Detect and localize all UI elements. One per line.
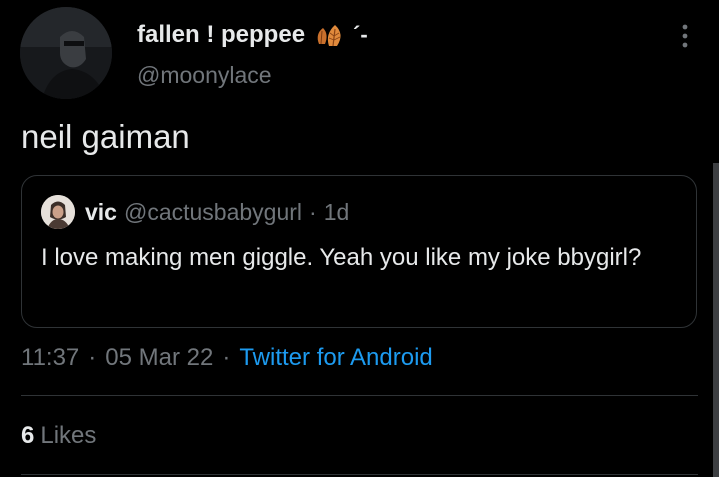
tweet-date[interactable]: 05 Mar 22 — [105, 344, 213, 372]
quoted-tweet-card[interactable]: vic @cactusbabygurl · 1d I love making m… — [21, 175, 697, 328]
quoted-author-avatar[interactable] — [41, 195, 75, 229]
author-name-row[interactable]: fallen ! peppee ´- — [137, 18, 368, 52]
author-display-name[interactable]: fallen ! peppee — [137, 21, 305, 49]
author-name-suffix: ´- — [353, 22, 368, 47]
tweet-source-link[interactable]: Twitter for Android — [239, 344, 432, 372]
likes-label: Likes — [40, 422, 97, 449]
quoted-tweet-header: vic @cactusbabygurl · 1d — [41, 195, 349, 229]
author-handle[interactable]: @moonylace — [137, 62, 272, 89]
likes-count: 6 — [21, 422, 35, 449]
quoted-time-ago[interactable]: 1d — [324, 199, 350, 226]
more-options-button[interactable] — [670, 20, 700, 52]
divider — [21, 395, 698, 396]
quoted-author-name[interactable]: vic — [85, 199, 117, 226]
tweet-time[interactable]: 11:37 — [21, 344, 79, 372]
scrollbar[interactable] — [713, 163, 719, 477]
meta-separator: · — [88, 344, 97, 371]
quoted-author-handle[interactable]: @cactusbabygurl — [124, 199, 302, 226]
quoted-separator: · — [309, 198, 317, 225]
tweet-meta-row: 11:37 · 05 Mar 22 · Twitter for Android — [21, 342, 433, 374]
leaf-emoji-icon — [313, 22, 347, 48]
likes-button[interactable]: 6 Likes — [21, 420, 96, 452]
meta-separator: · — [222, 344, 231, 371]
divider — [21, 474, 698, 475]
more-vertical-icon — [682, 24, 688, 48]
tweet-text: neil gaiman — [21, 118, 190, 155]
author-avatar[interactable] — [20, 7, 112, 99]
quoted-tweet-text: I love making men giggle. Yeah you like … — [41, 244, 642, 271]
